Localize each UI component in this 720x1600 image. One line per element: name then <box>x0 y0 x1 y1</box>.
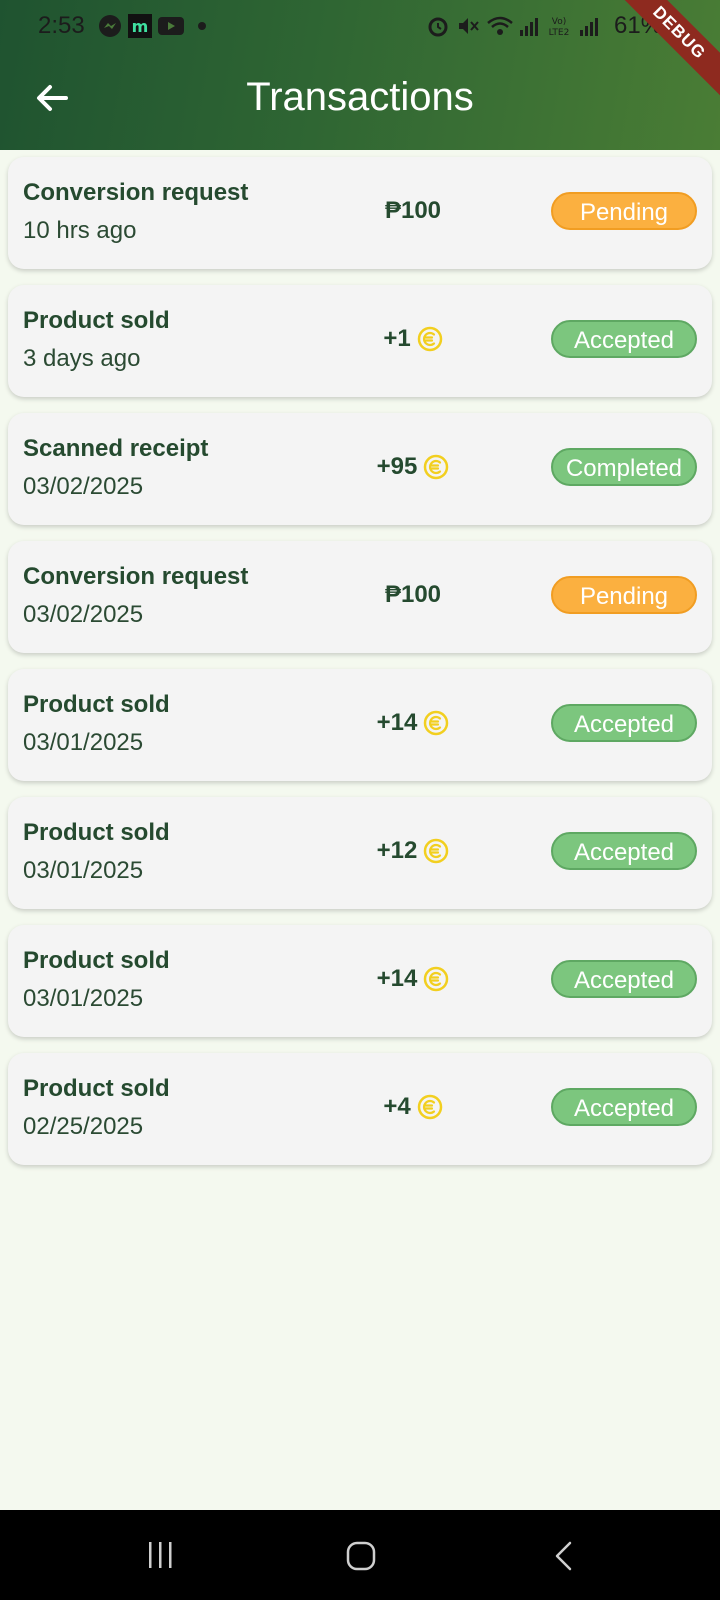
messenger-icon <box>99 15 121 37</box>
wifi-icon <box>487 16 513 35</box>
status-badge: Accepted <box>551 960 697 998</box>
system-nav-bar <box>0 1510 720 1600</box>
transaction-date: 03/01/2025 <box>23 729 144 756</box>
status-badge: Pending <box>551 192 697 230</box>
transaction-amount-value: ₱100 <box>384 197 442 224</box>
transaction-name: Product sold <box>23 947 170 974</box>
recents-icon[interactable] <box>146 1540 176 1570</box>
transaction-card[interactable]: Conversion request 03/02/2025 ₱100 Pending <box>8 541 712 653</box>
transaction-amount-value: +12 <box>376 837 418 864</box>
coin-icon <box>424 710 449 736</box>
transaction-name: Product sold <box>23 691 170 718</box>
nav-back-icon[interactable] <box>552 1540 576 1572</box>
transaction-date: 02/25/2025 <box>23 1113 144 1140</box>
status-time: 2:53 <box>38 12 85 39</box>
transaction-name: Product sold <box>23 307 170 334</box>
home-icon[interactable] <box>345 1540 377 1572</box>
status-bar: 2:53 m Vo) LTE2 61% <box>0 0 720 56</box>
transaction-amount: ₱100 <box>308 197 518 225</box>
transaction-amount-value: +95 <box>376 453 418 480</box>
app-bar: 2:53 m Vo) LTE2 61% DEBUG Transactions <box>0 0 720 150</box>
youtube-icon <box>158 17 184 35</box>
transaction-date: 03/01/2025 <box>23 857 144 884</box>
transaction-date: 03/01/2025 <box>23 985 144 1012</box>
mute-icon <box>459 18 479 34</box>
signal-icon <box>580 18 598 36</box>
dot-icon <box>198 22 206 30</box>
status-badge: Accepted <box>551 832 697 870</box>
transaction-amount: +95 <box>308 453 518 481</box>
svg-text:LTE2: LTE2 <box>549 28 570 38</box>
transaction-amount-value: +1 <box>383 325 411 352</box>
status-badge: Accepted <box>551 1088 697 1126</box>
transaction-card[interactable]: Product sold 03/01/2025 +12 Accepted <box>8 797 712 909</box>
svg-text:m: m <box>132 17 149 36</box>
transaction-card[interactable]: Scanned receipt 03/02/2025 +95 Completed <box>8 413 712 525</box>
page-title: Transactions <box>246 75 474 119</box>
coin-icon <box>417 1094 442 1120</box>
signal-icon <box>520 18 538 36</box>
transaction-amount: +1 <box>308 325 518 353</box>
transaction-amount: +12 <box>308 837 518 865</box>
transaction-name: Scanned receipt <box>23 435 209 462</box>
transaction-amount-value: ₱100 <box>384 581 442 608</box>
coin-icon <box>424 966 449 992</box>
transaction-card[interactable]: Product sold 03/01/2025 +14 Accepted <box>8 925 712 1037</box>
transaction-amount: ₱100 <box>308 581 518 609</box>
status-badge: Accepted <box>551 704 697 742</box>
transaction-amount-value: +14 <box>376 709 418 736</box>
transaction-card[interactable]: Product sold 02/25/2025 +4 Accepted <box>8 1053 712 1165</box>
volte-icon: Vo)LTE2 <box>549 17 570 38</box>
status-badge: Pending <box>551 576 697 614</box>
status-badge: Completed <box>551 448 697 486</box>
transaction-card[interactable]: Product sold 3 days ago +1 Accepted <box>8 285 712 397</box>
transaction-amount-value: +14 <box>376 965 418 992</box>
transaction-card[interactable]: Product sold 03/01/2025 +14 Accepted <box>8 669 712 781</box>
transaction-amount: +14 <box>308 709 518 737</box>
svg-text:Vo): Vo) <box>552 17 566 27</box>
transaction-amount: +14 <box>308 965 518 993</box>
transaction-name: Product sold <box>23 1075 170 1102</box>
transaction-name: Conversion request <box>23 563 249 590</box>
alarm-icon <box>428 17 448 37</box>
coin-icon <box>424 454 449 480</box>
coin-icon <box>424 838 449 864</box>
transaction-date: 10 hrs ago <box>23 217 137 244</box>
status-badge: Accepted <box>551 320 697 358</box>
transaction-card[interactable]: Conversion request 10 hrs ago ₱100 Pending <box>8 157 712 269</box>
transaction-amount: +4 <box>308 1093 518 1121</box>
transactions-list: Conversion request 10 hrs ago ₱100 Pending P… <box>8 157 712 1181</box>
m-app-icon: m <box>128 14 152 38</box>
transaction-amount-value: +4 <box>383 1093 411 1120</box>
transaction-name: Product sold <box>23 819 170 846</box>
transaction-name: Conversion request <box>23 179 249 206</box>
coin-icon <box>417 326 442 352</box>
transaction-date: 03/02/2025 <box>23 601 144 628</box>
transaction-date: 3 days ago <box>23 345 141 372</box>
transaction-date: 03/02/2025 <box>23 473 144 500</box>
